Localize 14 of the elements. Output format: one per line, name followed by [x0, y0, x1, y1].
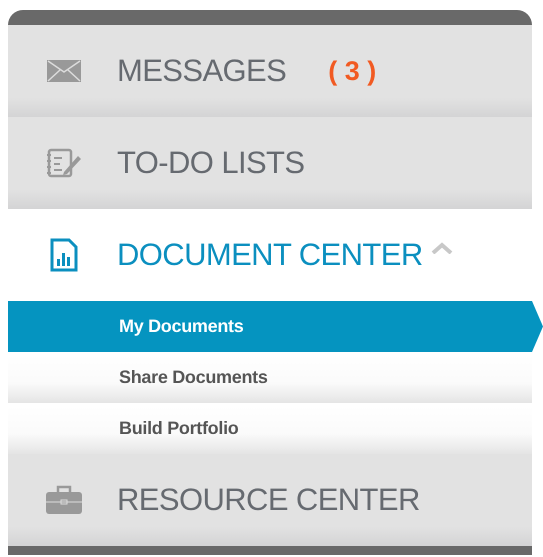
- menu-section[interactable]: TO-DO LISTS: [8, 117, 532, 209]
- caret-up-icon: [430, 242, 453, 254]
- unread-count: ( 3 ): [328, 56, 376, 86]
- chart-document-icon: [50, 238, 78, 272]
- section-label: RESOURCE CENTER: [117, 482, 420, 518]
- section-label: TO-DO LISTS: [117, 145, 304, 181]
- menu-section[interactable]: RESOURCE CENTER: [8, 454, 532, 546]
- menu-section[interactable]: MESSAGES ( 3 ): [8, 25, 532, 117]
- briefcase-icon: [46, 485, 82, 515]
- submenu-item[interactable]: My Documents: [8, 301, 543, 352]
- section-label: MESSAGES: [117, 53, 286, 89]
- section-label: DOCUMENT CENTER: [117, 237, 423, 273]
- envelope-icon: [46, 60, 80, 82]
- notepad-pencil-icon: [46, 148, 82, 178]
